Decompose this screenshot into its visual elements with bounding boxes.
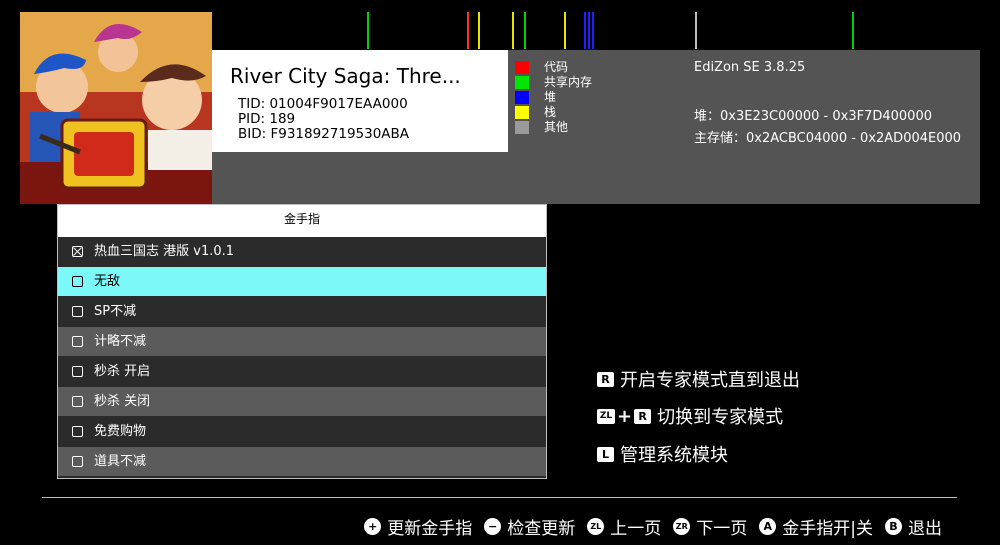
minus-button-icon: − xyxy=(484,517,502,535)
memory-marker xyxy=(588,12,590,49)
legend-label-heap: 堆 xyxy=(544,90,557,104)
memory-marker xyxy=(852,12,854,49)
memory-marker xyxy=(367,12,369,49)
footer-label: 上一页 xyxy=(610,518,662,539)
cheat-item-master[interactable]: 热血三国志 港版 v1.0.1 xyxy=(58,237,546,266)
exit-button[interactable]: B 退出 xyxy=(885,514,942,539)
process-id: PID: 189 xyxy=(238,111,296,127)
cheat-item-label: 秒杀 关闭 xyxy=(94,394,151,409)
legend-swatch-shared xyxy=(515,76,529,89)
prev-page-button[interactable]: ZL 上一页 xyxy=(587,514,661,539)
hint-switch-expert: ZL + R 切换到专家模式 xyxy=(597,403,783,429)
legend-swatch-code xyxy=(515,61,529,74)
heap-range: 堆：0x3E23C00000 - 0x3F7D400000 xyxy=(694,109,932,124)
checkbox-icon xyxy=(72,426,83,437)
footer-controls: + 更新金手指 − 检查更新 ZL 上一页 ZR 下一页 A 金手指开|关 B … xyxy=(0,513,942,539)
info-panel-extension xyxy=(212,152,980,204)
cheat-item-label: SP不减 xyxy=(94,304,137,319)
memory-marker xyxy=(564,12,566,49)
zr-button-icon: ZR xyxy=(673,517,691,535)
footer-label: 退出 xyxy=(908,518,942,539)
next-page-button[interactable]: ZR 下一页 xyxy=(673,514,747,539)
toggle-cheat-button[interactable]: A 金手指开|关 xyxy=(759,514,873,539)
memory-marker xyxy=(478,12,480,49)
app-version: EdiZon SE 3.8.25 xyxy=(694,60,806,75)
cheat-item-label: 道具不减 xyxy=(94,454,147,469)
cheat-item-label: 无敌 xyxy=(94,274,121,289)
memory-info-panel: 代码 共享内存 堆 栈 其他 EdiZon SE 3.8.25 堆：0x3E23… xyxy=(508,50,980,152)
memory-usage-bar xyxy=(212,12,980,49)
cheat-item-label: 计略不减 xyxy=(94,334,147,349)
cheat-item-onehit-off[interactable]: 秒杀 关闭 xyxy=(58,387,546,416)
cheat-list: 金手指 热血三国志 港版 v1.0.1 无敌 SP不减 计略不减 秒杀 开启 秒… xyxy=(57,204,547,479)
cheat-item-onehit-on[interactable]: 秒杀 开启 xyxy=(58,357,546,386)
game-icon xyxy=(20,12,212,204)
legend-swatch-other xyxy=(515,121,529,134)
hint-manage-modules: L 管理系统模块 xyxy=(597,441,728,467)
cheat-item-strategy[interactable]: 计略不减 xyxy=(58,327,546,356)
legend-label-stack: 栈 xyxy=(544,105,557,119)
memory-marker xyxy=(512,12,514,49)
cheat-item-free-shop[interactable]: 免费购物 xyxy=(58,417,546,446)
cheat-item-invincible[interactable]: 无敌 xyxy=(58,267,546,296)
cheat-list-header: 金手指 xyxy=(58,205,546,237)
title-id: TID: 01004F9017EAA000 xyxy=(238,96,408,112)
footer-label: 检查更新 xyxy=(507,518,576,539)
r-key-icon: R xyxy=(597,371,614,387)
hint-label: 切换到专家模式 xyxy=(657,407,784,428)
legend-label-shared: 共享内存 xyxy=(544,75,593,89)
checkbox-icon xyxy=(72,366,83,377)
a-button-icon: A xyxy=(759,517,777,535)
checkbox-icon xyxy=(72,336,83,347)
b-button-icon: B xyxy=(885,517,902,535)
cheat-item-sp[interactable]: SP不减 xyxy=(58,297,546,326)
cheat-item-label: 秒杀 开启 xyxy=(94,364,151,379)
memory-marker xyxy=(592,12,594,49)
legend-swatch-heap xyxy=(515,91,529,104)
zl-key-icon: ZL xyxy=(597,408,615,424)
footer-divider xyxy=(42,497,957,498)
footer-label: 金手指开|关 xyxy=(782,518,873,539)
main-range: 主存储：0x2ACBC04000 - 0x2AD004E000 xyxy=(694,131,962,146)
cheat-item-items[interactable]: 道具不减 xyxy=(58,447,546,476)
memory-marker xyxy=(695,12,697,49)
checkbox-icon xyxy=(72,306,83,317)
l-key-icon: L xyxy=(597,446,614,462)
cheat-item-label: 免费购物 xyxy=(94,424,147,439)
checkbox-icon xyxy=(72,456,83,467)
check-update-button[interactable]: − 检查更新 xyxy=(484,514,575,539)
checkbox-checked-icon xyxy=(72,246,83,257)
game-info-panel: River City Saga: Thre... TID: 01004F9017… xyxy=(212,50,508,152)
footer-label: 更新金手指 xyxy=(387,518,473,539)
plus-button-icon: + xyxy=(364,517,382,535)
zl-button-icon: ZL xyxy=(587,517,605,535)
legend-label-code: 代码 xyxy=(544,60,569,74)
build-id: BID: F931892719530ABA xyxy=(238,126,410,142)
footer-label: 下一页 xyxy=(696,518,748,539)
checkbox-icon xyxy=(72,396,83,407)
memory-marker xyxy=(584,12,586,49)
r-key-icon: R xyxy=(634,408,652,424)
memory-marker xyxy=(524,12,526,49)
hint-label: 开启专家模式直到退出 xyxy=(620,370,800,391)
update-cheats-button[interactable]: + 更新金手指 xyxy=(364,514,472,539)
hint-label: 管理系统模块 xyxy=(620,445,728,466)
legend-label-other: 其他 xyxy=(544,120,569,134)
plus-separator: + xyxy=(617,405,633,427)
checkbox-icon xyxy=(72,276,83,287)
legend-swatch-stack xyxy=(515,106,529,119)
cheat-item-label: 热血三国志 港版 v1.0.1 xyxy=(94,244,235,259)
memory-marker xyxy=(467,12,469,49)
game-title: River City Saga: Thre... xyxy=(230,64,461,88)
hint-expert-until-exit: R 开启专家模式直到退出 xyxy=(597,366,800,392)
